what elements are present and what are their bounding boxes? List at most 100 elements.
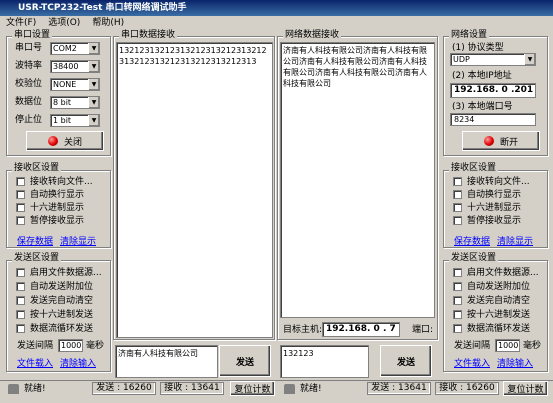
parity-label: 校验位	[15, 79, 43, 89]
right-load-file-link[interactable]: 文件载入	[454, 356, 490, 369]
right-clear-display-link[interactable]: 清除显示	[497, 234, 533, 247]
com-port-label: 串口号	[15, 43, 43, 53]
serial-send-input[interactable]: 济南有人科技有限公司	[115, 345, 218, 378]
checkbox[interactable]	[453, 203, 462, 212]
net-receive-title: 网络数据接收	[283, 30, 342, 41]
stop-bits-select[interactable]: 1 bit ▼	[50, 114, 100, 127]
baud-rate-label: 波特率	[15, 61, 43, 71]
checkbox[interactable]	[16, 203, 25, 212]
menu-options[interactable]: 选项(O)	[42, 16, 86, 30]
checkbox[interactable]	[453, 324, 462, 333]
checkbox[interactable]	[16, 310, 25, 319]
right-hex-send[interactable]: 按十六进制发送	[453, 309, 530, 322]
right-auto-newline[interactable]: 自动换行显示	[453, 189, 521, 202]
left-send-settings-title: 发送区设置	[12, 253, 62, 264]
dropdown-arrow-icon: ▼	[88, 43, 99, 54]
menu-bar: 文件(F) 选项(O) 帮助(H)	[0, 16, 553, 30]
checkbox[interactable]	[16, 177, 25, 186]
dropdown-arrow-icon: ▼	[524, 54, 535, 65]
right-sent-count: 发送 : 13641	[367, 382, 431, 395]
serial-receive-area[interactable]: 1321231321231321231321231321231321231321…	[116, 42, 273, 338]
baud-rate-select[interactable]: 38400 ▼	[50, 60, 100, 73]
left-save-data-link[interactable]: 保存数据	[17, 234, 53, 247]
target-ip-input[interactable]: 192.168. 0 . 7	[322, 322, 400, 337]
protocol-select[interactable]: UDP ▼	[450, 53, 536, 66]
left-file-source[interactable]: 启用文件数据源...	[16, 267, 102, 280]
checkbox[interactable]	[453, 268, 462, 277]
serial-receive-title: 串口数据接收	[119, 30, 178, 41]
left-auto-newline[interactable]: 自动换行显示	[16, 189, 84, 202]
dropdown-arrow-icon: ▼	[88, 61, 99, 72]
left-received-count: 接收 : 13641	[160, 382, 224, 395]
checkbox[interactable]	[16, 324, 25, 333]
left-auto-clear[interactable]: 发送完自动清空	[16, 295, 93, 308]
checkbox[interactable]	[16, 216, 25, 225]
checkbox[interactable]	[453, 310, 462, 319]
right-pause-display[interactable]: 暂停接收显示	[453, 215, 521, 228]
right-auto-append[interactable]: 自动发送附加位	[453, 281, 530, 294]
local-port-input[interactable]: 8234	[450, 113, 536, 126]
right-hex-display[interactable]: 十六进制显示	[453, 202, 521, 215]
right-auto-clear[interactable]: 发送完自动清空	[453, 295, 530, 308]
status-led-icon	[483, 136, 494, 146]
checkbox[interactable]	[16, 268, 25, 277]
right-receive-to-file[interactable]: 接收转向文件...	[453, 176, 530, 189]
left-reset-count-button[interactable]: 复位计数	[230, 381, 275, 396]
left-interval-input[interactable]: 1000	[58, 339, 83, 352]
left-hex-send[interactable]: 按十六进制发送	[16, 309, 93, 322]
left-load-file-link[interactable]: 文件载入	[17, 356, 53, 369]
left-interval-label: 发送间隔	[17, 341, 54, 351]
local-ip-input[interactable]: 192.168. 0 .201	[450, 83, 536, 98]
right-file-source[interactable]: 启用文件数据源...	[453, 267, 539, 280]
left-receive-settings-title: 接收区设置	[12, 163, 62, 174]
connect-toggle-button[interactable]: 断开	[462, 131, 540, 151]
target-port-label: 端口:	[412, 325, 434, 335]
menu-help[interactable]: 帮助(H)	[86, 16, 130, 30]
left-auto-append[interactable]: 自动发送附加位	[16, 281, 93, 294]
checkbox[interactable]	[453, 282, 462, 291]
checkbox[interactable]	[16, 190, 25, 199]
parity-select[interactable]: NONE ▼	[50, 78, 100, 91]
ready-icon	[8, 384, 19, 394]
checkbox[interactable]	[453, 216, 462, 225]
checkbox[interactable]	[453, 190, 462, 199]
left-sent-count: 发送 : 16260	[92, 382, 156, 395]
checkbox[interactable]	[16, 282, 25, 291]
left-receive-to-file[interactable]: 接收转向文件...	[16, 176, 93, 189]
local-port-label: (3) 本地端口号	[452, 102, 513, 112]
status-divider	[0, 380, 553, 381]
net-send-input[interactable]: 132123	[280, 345, 369, 378]
checkbox[interactable]	[453, 177, 462, 186]
right-clear-input-link[interactable]: 清除输入	[497, 356, 533, 369]
target-host-label: 目标主机:	[283, 325, 323, 335]
close-port-button[interactable]: 关闭	[26, 131, 104, 151]
serial-send-button[interactable]: 发送	[219, 345, 271, 377]
checkbox[interactable]	[453, 296, 462, 305]
right-reset-count-button[interactable]: 复位计数	[503, 381, 548, 396]
right-interval-unit: 毫秒	[523, 341, 542, 351]
right-received-count: 接收 : 16260	[435, 382, 499, 395]
com-port-select[interactable]: COM2 ▼	[50, 42, 100, 55]
dropdown-arrow-icon: ▼	[88, 79, 99, 90]
left-loop-send[interactable]: 数据流循环发送	[16, 323, 93, 336]
right-receive-settings-title: 接收区设置	[449, 163, 499, 174]
right-interval-label: 发送间隔	[454, 341, 491, 351]
left-pause-display[interactable]: 暂停接收显示	[16, 215, 84, 228]
right-send-settings-title: 发送区设置	[449, 253, 499, 264]
net-receive-area[interactable]: 济南有人科技有限公司济南有人科技有限公司济南有人科技有限公司济南有人科技有限公司…	[280, 42, 435, 318]
left-clear-display-link[interactable]: 清除显示	[60, 234, 96, 247]
menu-file[interactable]: 文件(F)	[0, 16, 42, 30]
right-save-data-link[interactable]: 保存数据	[454, 234, 490, 247]
left-hex-display[interactable]: 十六进制显示	[16, 202, 84, 215]
ready-icon	[284, 384, 295, 394]
right-loop-send[interactable]: 数据流循环发送	[453, 323, 530, 336]
dropdown-arrow-icon: ▼	[88, 115, 99, 126]
checkbox[interactable]	[16, 296, 25, 305]
dropdown-arrow-icon: ▼	[88, 97, 99, 108]
left-ready-text: 就绪!	[24, 384, 46, 394]
net-settings-title: 网络设置	[449, 30, 490, 41]
left-clear-input-link[interactable]: 清除输入	[60, 356, 96, 369]
data-bits-select[interactable]: 8 bit ▼	[50, 96, 100, 109]
right-interval-input[interactable]: 1000	[495, 339, 520, 352]
net-send-button[interactable]: 发送	[380, 345, 432, 377]
